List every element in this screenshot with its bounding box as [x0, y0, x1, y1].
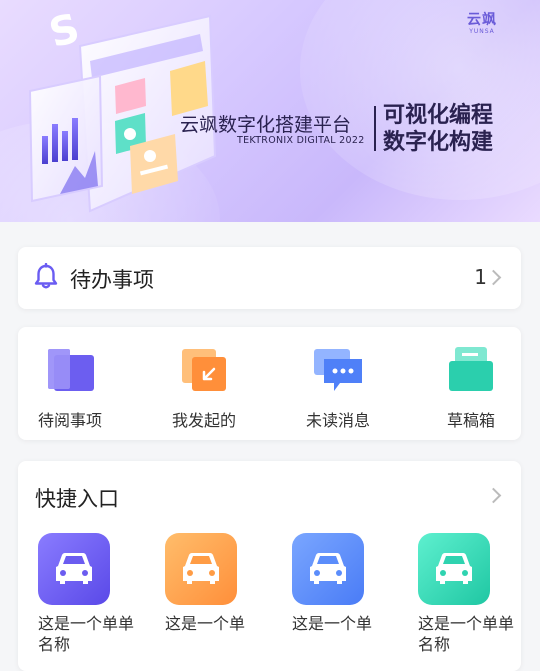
quick-action-pending-read[interactable]: 待阅事项 [15, 347, 125, 431]
platform-title: 云飒数字化搭建平台 [180, 114, 352, 136]
shortcut-item[interactable]: 这是一个单 [292, 533, 402, 634]
shortcut-label: 这是一个单单名称 [418, 614, 515, 654]
chevron-right-icon [485, 269, 502, 286]
brand-logo-text: 云飒 [467, 12, 497, 28]
quick-action-label: 我发起的 [171, 411, 236, 430]
shortcut-label: 这是一个单 [165, 614, 246, 633]
slogan: 可视化编程 数字化构建 [383, 102, 493, 156]
shortcut-entry-card: 快捷入口 这是一个单单名称 这是一个单 这是一个单 这是一个单单名称 [18, 461, 521, 671]
shortcut-label: 这是一个单 [292, 614, 373, 633]
brand-logo-subtext: YUNSA [469, 28, 495, 35]
quick-action-unread-messages[interactable]: 未读消息 [283, 347, 393, 431]
car-icon-tile [38, 533, 110, 605]
car-icon-tile [418, 533, 490, 605]
quick-actions-card: 待阅事项 我发起的 未读消息 草稿箱 [18, 327, 521, 440]
car-icon [310, 553, 346, 584]
slogan-line-1: 可视化编程 [383, 103, 494, 128]
todo-card[interactable]: 待办事项 1 [18, 247, 521, 309]
arrow-send-icon [182, 349, 226, 391]
header-banner: S 云飒 YUNSA 云飒数字化搭建平台 TEKTRONIX DIGITAL 2… [0, 0, 540, 222]
slogan-line-2: 数字化构建 [383, 130, 494, 155]
car-icon-tile [165, 533, 237, 605]
folder-icon [48, 349, 94, 391]
car-icon [56, 553, 92, 584]
shortcut-item[interactable]: 这是一个单单名称 [38, 533, 148, 655]
svg-text:S: S [45, 6, 85, 57]
quick-action-label: 未读消息 [305, 411, 370, 430]
todo-label: 待办事项 [70, 268, 154, 292]
shortcut-section-title: 快捷入口 [35, 487, 119, 511]
car-icon-tile [292, 533, 364, 605]
draft-box-icon [449, 347, 493, 391]
quick-action-label: 待阅事项 [37, 411, 102, 430]
chat-bubble-icon [314, 349, 362, 391]
brand-logo: 云飒 YUNSA [462, 12, 502, 36]
car-icon [436, 553, 472, 584]
banner-divider [374, 106, 376, 151]
platform-subtitle: TEKTRONIX DIGITAL 2022 [237, 135, 365, 146]
chevron-right-icon[interactable] [485, 487, 502, 504]
bell-icon [34, 263, 58, 289]
quick-action-label: 草稿箱 [446, 411, 495, 430]
quick-action-drafts[interactable]: 草稿箱 [416, 347, 526, 431]
quick-action-initiated[interactable]: 我发起的 [149, 347, 259, 431]
shortcut-item[interactable]: 这是一个单单名称 [418, 533, 528, 655]
car-icon [183, 553, 219, 584]
shortcut-item[interactable]: 这是一个单 [165, 533, 275, 634]
shortcut-label: 这是一个单单名称 [38, 614, 135, 654]
